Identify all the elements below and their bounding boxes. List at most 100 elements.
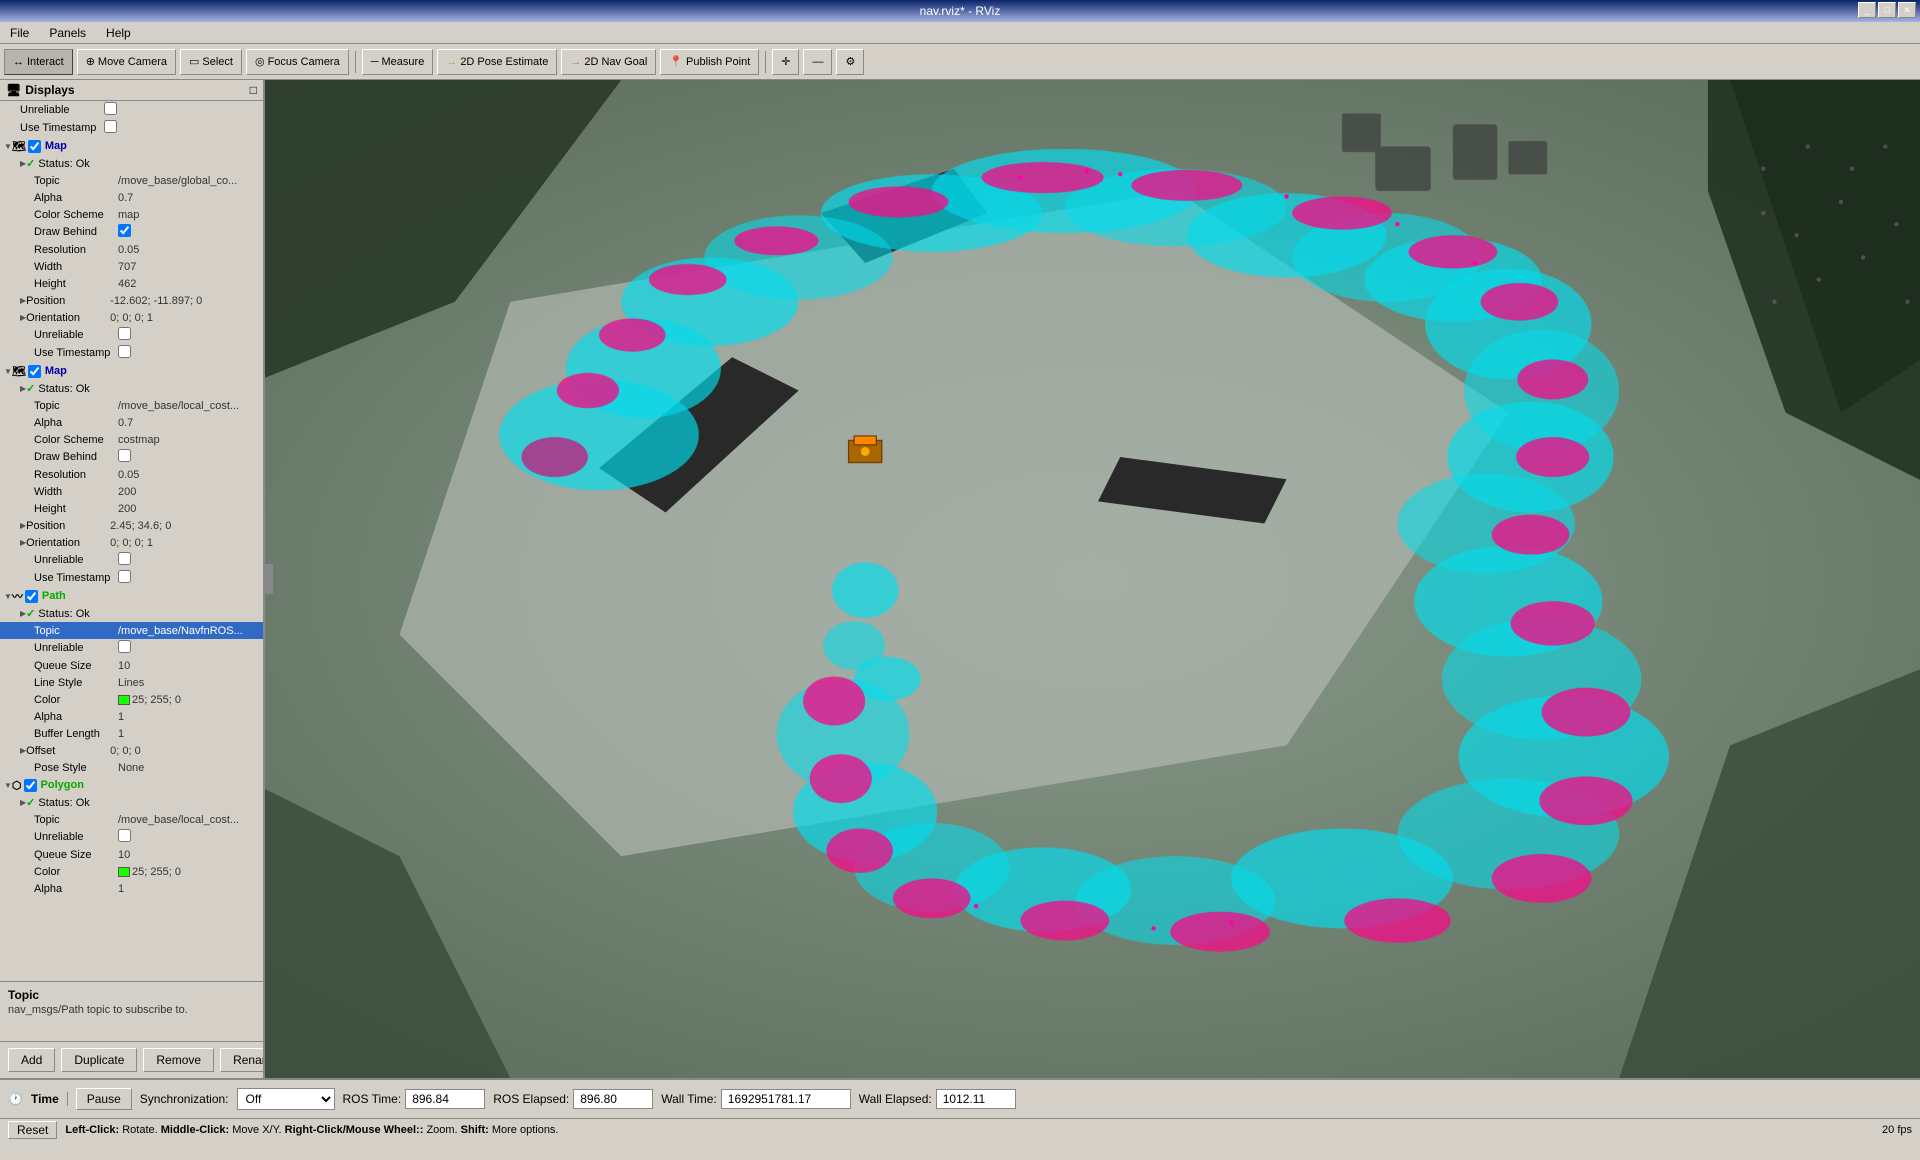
panel-resize-handle[interactable] (265, 564, 273, 594)
reset-button[interactable]: Reset (8, 1121, 57, 1139)
wall-time-label: Wall Time: (661, 1092, 717, 1106)
path-header[interactable]: ▼ 〰 Path (0, 587, 263, 605)
duplicate-button[interactable]: Duplicate (61, 1048, 137, 1072)
polygon-queue-size: Queue Size 10 (0, 846, 263, 863)
path-collapse-icon[interactable]: ▼ (4, 592, 12, 601)
path-color: Color 25; 255; 0 (0, 691, 263, 708)
displays-collapse-icon[interactable]: □ (250, 83, 257, 97)
map1-orientation: ▶ Orientation 0; 0; 0; 1 (0, 309, 263, 326)
publish-point-icon: 📍 (669, 55, 683, 68)
sync-label: Synchronization: (140, 1092, 229, 1106)
close-button[interactable]: ✕ (1898, 2, 1916, 18)
ros-time-label: ROS Time: (343, 1092, 402, 1106)
menu-help[interactable]: Help (100, 24, 137, 42)
add-button[interactable]: Add (8, 1048, 55, 1072)
path-alpha: Alpha 1 (0, 708, 263, 725)
menubar: File Panels Help (0, 22, 1920, 44)
publish-point-label: Publish Point (686, 56, 750, 68)
map1-header[interactable]: ▼ 🗺 Map (0, 137, 263, 155)
map1-label: Map (45, 140, 67, 152)
polygon-header[interactable]: ▼ ⬡ Polygon (0, 776, 263, 794)
menu-file[interactable]: File (4, 24, 35, 42)
map2-collapse-icon[interactable]: ▼ (4, 367, 12, 376)
select-label: Select (202, 56, 233, 68)
interact-label: Interact (27, 56, 64, 68)
window-title: nav.rviz* - RViz (920, 4, 1001, 18)
polygon-color-swatch[interactable] (118, 867, 130, 877)
toolbar-separator-1 (355, 51, 356, 73)
pose-estimate-button[interactable]: → 2D Pose Estimate (437, 49, 557, 75)
rename-button[interactable]: Rename (220, 1048, 265, 1072)
polygon-unreliable-check[interactable] (118, 829, 131, 842)
wall-time-value: 1692951781.17 (721, 1089, 851, 1109)
minimize-button[interactable]: _ (1858, 2, 1876, 18)
remove-button[interactable]: Remove (143, 1048, 214, 1072)
fps-display: 20 fps (1882, 1124, 1912, 1136)
map1-draw-behind-check[interactable] (118, 224, 131, 237)
maximize-button[interactable]: □ (1878, 2, 1896, 18)
map2-color-scheme: Color Scheme costmap (0, 431, 263, 448)
path-topic[interactable]: Topic /move_base/NavfnROS... (0, 622, 263, 639)
path-unreliable: Unreliable (0, 639, 263, 657)
status-instructions: Left-Click: Rotate. Middle-Click: Move X… (65, 1124, 558, 1136)
map2-timestamp-check[interactable] (118, 570, 131, 583)
ros-elapsed-field: ROS Elapsed: 896.80 (493, 1089, 653, 1109)
pause-button[interactable]: Pause (76, 1088, 132, 1110)
map1-alpha: Alpha 0.7 (0, 189, 263, 206)
polygon-enabled-check[interactable] (24, 779, 37, 792)
3d-viewport[interactable] (265, 80, 1920, 1078)
extra-btn-2[interactable]: — (803, 49, 832, 75)
displays-content[interactable]: Unreliable Use Timestamp ▼ 🗺 Map (0, 101, 263, 981)
ros-elapsed-value: 896.80 (573, 1089, 653, 1109)
map2-topic: Topic /move_base/local_cost... (0, 397, 263, 414)
nav-goal-icon: → (570, 56, 581, 68)
gear-icon: ⚙ (845, 55, 855, 68)
nav-goal-button[interactable]: → 2D Nav Goal (561, 49, 656, 75)
map1-resolution: Resolution 0.05 (0, 241, 263, 258)
titlebar-controls[interactable]: _ □ ✕ (1858, 2, 1916, 18)
polygon-collapse-icon[interactable]: ▼ (4, 781, 12, 790)
move-camera-icon: ⊕ (86, 55, 95, 68)
map2-enabled-check[interactable] (28, 365, 41, 378)
wall-elapsed-field: Wall Elapsed: 1012.11 (859, 1089, 1016, 1109)
interact-button[interactable]: ↔ Interact (4, 49, 73, 75)
map1-width: Width 707 (0, 258, 263, 275)
row-unreliable-top: Unreliable (0, 101, 263, 119)
menu-panels[interactable]: Panels (43, 24, 92, 42)
path-status: ▶ ✓ Status: Ok (0, 605, 263, 622)
map1-unreliable-check[interactable] (118, 327, 131, 340)
sync-select[interactable]: Off Exact Approximate (237, 1088, 335, 1110)
minus-icon: — (812, 56, 823, 68)
tooltip-title: Topic (8, 988, 255, 1002)
select-button[interactable]: ▭ Select (180, 49, 242, 75)
polygon-unreliable: Unreliable (0, 828, 263, 846)
map1-collapse-icon[interactable]: ▼ (4, 142, 12, 151)
map2-unreliable-check[interactable] (118, 552, 131, 565)
map2-status: ▶ ✓ Status: Ok (0, 380, 263, 397)
nav-goal-label: 2D Nav Goal (584, 56, 647, 68)
use-timestamp-top-check[interactable] (104, 120, 117, 133)
map2-use-timestamp: Use Timestamp (0, 569, 263, 587)
measure-button[interactable]: ─ Measure (362, 49, 434, 75)
map1-timestamp-check[interactable] (118, 345, 131, 358)
time-label: Time (31, 1092, 68, 1106)
path-enabled-check[interactable] (25, 590, 38, 603)
polygon-label: Polygon (41, 779, 84, 791)
move-camera-button[interactable]: ⊕ Move Camera (77, 49, 176, 75)
path-color-swatch[interactable] (118, 695, 130, 705)
extra-btn-1[interactable]: ✛ (772, 49, 799, 75)
publish-point-button[interactable]: 📍 Publish Point (660, 49, 759, 75)
extra-btn-3[interactable]: ⚙ (836, 49, 864, 75)
polygon-color: Color 25; 255; 0 (0, 863, 263, 880)
viewport-svg (265, 80, 1920, 1078)
path-unreliable-check[interactable] (118, 640, 131, 653)
focus-camera-button[interactable]: ◎ Focus Camera (246, 49, 349, 75)
map1-topic: Topic /move_base/global_co... (0, 172, 263, 189)
map1-enabled-check[interactable] (28, 140, 41, 153)
pose-estimate-label: 2D Pose Estimate (460, 56, 548, 68)
map2-header[interactable]: ▼ 🗺 Map (0, 362, 263, 380)
titlebar: nav.rviz* - RViz _ □ ✕ (0, 0, 1920, 22)
map2-draw-behind-check[interactable] (118, 449, 131, 462)
buttons-row: Add Duplicate Remove Rename (0, 1041, 263, 1078)
unreliable-top-check[interactable] (104, 102, 117, 115)
